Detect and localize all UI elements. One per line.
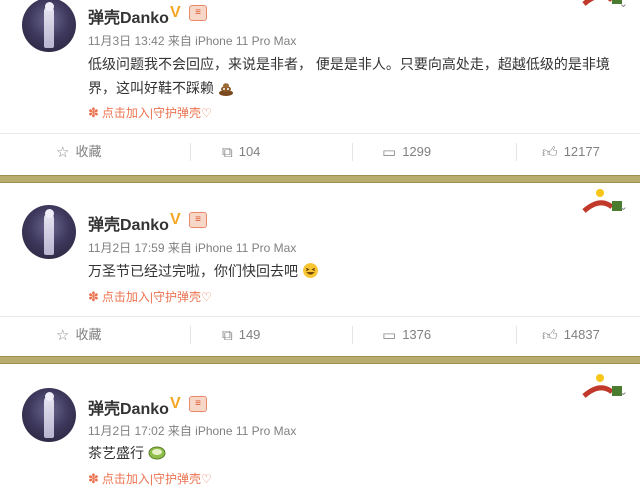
post-meta: 11月3日 13:42 来自 iPhone 11 Pro Max	[88, 34, 297, 48]
star-icon: ☆	[56, 144, 70, 161]
avatar[interactable]	[22, 0, 76, 52]
level-badge-icon: ≡	[189, 5, 207, 21]
laughing-emoji-icon	[302, 262, 319, 286]
repost-button[interactable]: ⧉ 149	[222, 317, 260, 353]
flower-icon: ✽	[88, 105, 99, 120]
level-badge-icon: ≡	[189, 396, 207, 412]
chevron-down-icon[interactable]: ⌄	[619, 0, 628, 10]
fan-club-link[interactable]: ✽ 点击加入|守护弹壳♡	[88, 470, 212, 487]
card-decoration: ⌄	[582, 370, 634, 400]
post-meta: 11月2日 17:59 来自 iPhone 11 Pro Max	[88, 241, 297, 255]
action-bar: ☆ 收藏 ⧉ 149 ▭ 1376 👍︎ 14837	[0, 316, 640, 353]
username[interactable]: 弹壳Danko	[88, 395, 169, 419]
star-icon: ☆	[56, 327, 70, 344]
action-bar: ☆ 收藏 ⧉ 104 ▭ 1299 👍︎ 12177	[0, 133, 640, 170]
chevron-down-icon[interactable]: ⌄	[619, 200, 628, 213]
post-text: 茶艺盛行	[88, 445, 144, 461]
post-content: 茶艺盛行	[88, 441, 628, 468]
repost-button[interactable]: ⧉ 104	[222, 134, 260, 170]
verified-badge-icon: V	[170, 395, 181, 412]
thumbs-up-icon: 👍︎	[542, 144, 558, 161]
fan-club-link[interactable]: ✽ 点击加入|守护弹壳♡	[88, 104, 212, 121]
card-decoration: ⌄	[582, 0, 634, 12]
share-icon: ⧉	[222, 327, 233, 344]
post-meta: 11月2日 17:02 来自 iPhone 11 Pro Max	[88, 424, 297, 438]
weibo-post-3: 弹壳Danko V ≡ ⌄ 11月2日 17:02 来自 iPhone 11 P…	[0, 364, 640, 495]
comment-button[interactable]: ▭ 1376	[382, 317, 431, 353]
fan-club-link[interactable]: ✽ 点击加入|守护弹壳♡	[88, 288, 212, 305]
weibo-post-2: 弹壳Danko V ≡ ⌄ 11月2日 17:59 来自 iPhone 11 P…	[0, 183, 640, 356]
weibo-post-1: 弹壳Danko V ≡ ⌄ 11月3日 13:42 来自 iPhone 11 P…	[0, 0, 640, 175]
post-content: 万圣节已经过完啦，你们快回去吧	[88, 259, 628, 286]
avatar[interactable]	[22, 388, 76, 442]
poop-emoji-icon	[218, 79, 234, 103]
favorite-button[interactable]: ☆ 收藏	[56, 134, 101, 170]
thumbs-up-icon: 👍︎	[542, 327, 558, 344]
feed-separator	[0, 356, 640, 364]
username[interactable]: 弹壳Danko	[88, 211, 169, 235]
level-badge-icon: ≡	[189, 212, 207, 228]
avatar[interactable]	[22, 205, 76, 259]
tea-emoji-icon	[148, 444, 166, 468]
post-text: 低级问题我不会回应，来说是非者， 便是是非人。只要向高处走，超越低级的是非境界，…	[88, 56, 610, 96]
verified-badge-icon: V	[170, 211, 181, 228]
flower-icon: ✽	[88, 289, 99, 304]
comment-button[interactable]: ▭ 1299	[382, 134, 431, 170]
favorite-button[interactable]: ☆ 收藏	[56, 317, 101, 353]
username[interactable]: 弹壳Danko	[88, 4, 169, 28]
flower-icon: ✽	[88, 471, 99, 486]
post-text: 万圣节已经过完啦，你们快回去吧	[88, 263, 298, 279]
card-decoration: ⌄	[582, 185, 634, 215]
verified-badge-icon: V	[170, 4, 181, 21]
chevron-down-icon[interactable]: ⌄	[619, 385, 628, 398]
comment-icon: ▭	[382, 144, 397, 161]
feed-separator	[0, 175, 640, 183]
comment-icon: ▭	[382, 327, 397, 344]
share-icon: ⧉	[222, 144, 233, 161]
like-button[interactable]: 👍︎ 12177	[542, 134, 600, 170]
post-content: 低级问题我不会回应，来说是非者， 便是是非人。只要向高处走，超越低级的是非境界，…	[88, 52, 628, 103]
like-button[interactable]: 👍︎ 14837	[542, 317, 600, 353]
